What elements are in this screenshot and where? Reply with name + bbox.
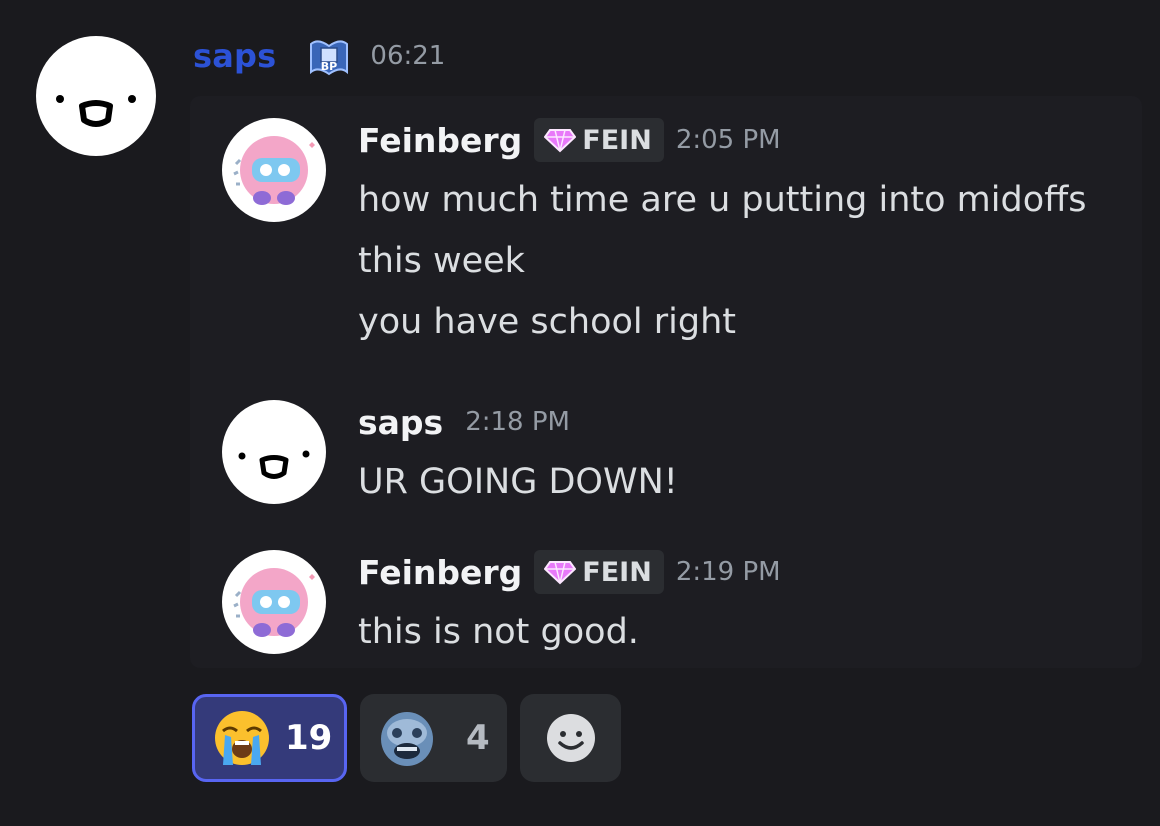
message-line: how much time are u putting into midoffs — [358, 180, 1087, 220]
add-reaction-button[interactable] — [520, 694, 621, 782]
reaction-count: 4 — [466, 718, 490, 758]
message-timestamp: 2:05 PM — [675, 125, 781, 155]
avatar[interactable] — [222, 550, 326, 654]
robot-avatar-icon — [233, 136, 315, 205]
avatar[interactable] — [36, 36, 156, 156]
username[interactable]: Feinberg — [358, 553, 522, 592]
message-timestamp: 2:18 PM — [465, 407, 570, 437]
loudly-crying-face-icon — [215, 711, 269, 765]
avatar[interactable] — [222, 400, 326, 504]
message-line: UR GOING DOWN! — [358, 462, 678, 502]
message-line: this week — [358, 241, 525, 281]
message-header: Feinberg FEIN 2:19 PM — [358, 550, 781, 594]
role-tag[interactable]: FEIN — [534, 118, 664, 162]
outer-message-header: saps BP 06:21 — [193, 28, 445, 84]
message-line: you have school right — [358, 302, 737, 342]
message-timestamp: 2:19 PM — [675, 557, 781, 587]
role-tag-label: FEIN — [582, 124, 652, 156]
book-badge-icon[interactable]: BP — [306, 34, 352, 78]
gem-icon — [544, 129, 577, 153]
role-tag-label: FEIN — [582, 556, 652, 588]
reaction-custom-emoji[interactable]: 4 — [360, 694, 507, 782]
username[interactable]: saps — [193, 37, 276, 75]
reaction-bar: 19 4 — [192, 694, 621, 782]
smiley-face-icon — [56, 95, 136, 127]
reaction-crying-face[interactable]: 19 — [192, 694, 347, 782]
svg-text:BP: BP — [321, 60, 337, 73]
role-tag[interactable]: FEIN — [534, 550, 664, 594]
chat-view: saps BP 06:21 Feinberg FEIN 2:05 PM how … — [0, 0, 1160, 826]
custom-blue-face-icon — [381, 712, 433, 766]
message-line: this is not good. — [358, 612, 639, 652]
username[interactable]: saps — [358, 403, 443, 442]
message-header: Feinberg FEIN 2:05 PM — [358, 118, 781, 162]
message-content: UR GOING DOWN! — [358, 452, 678, 513]
reaction-count: 19 — [285, 718, 333, 758]
message-header: saps 2:18 PM — [358, 400, 570, 444]
message-content: this is not good. — [358, 602, 639, 663]
gem-icon — [544, 561, 577, 585]
message-content: how much time are u putting into midoffs… — [358, 170, 1086, 353]
add-reaction-icon — [546, 714, 595, 762]
avatar[interactable] — [222, 118, 326, 222]
robot-avatar-icon — [233, 568, 315, 637]
message-timestamp: 06:21 — [370, 41, 446, 71]
smiley-face-icon — [238, 450, 310, 479]
username[interactable]: Feinberg — [358, 121, 522, 160]
